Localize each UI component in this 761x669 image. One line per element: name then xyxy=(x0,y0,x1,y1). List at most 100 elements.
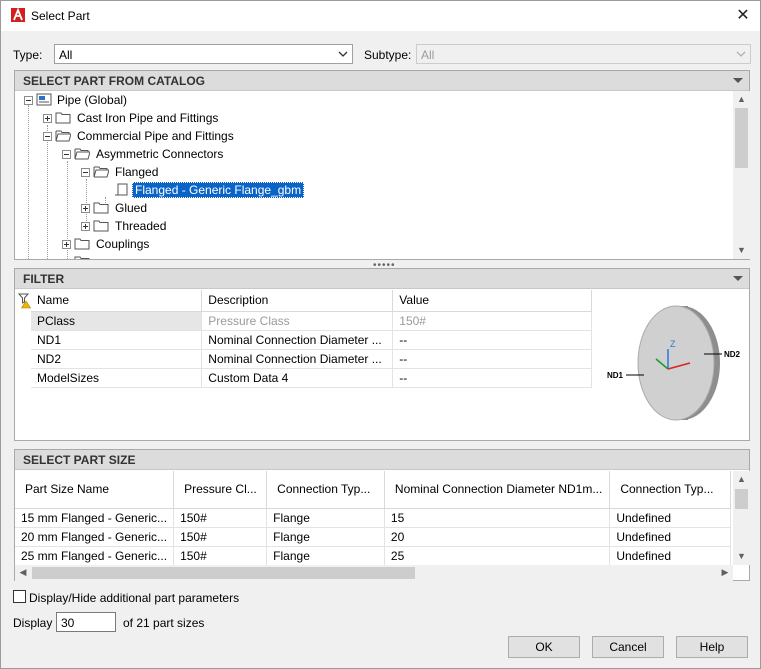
tree-node-commercial[interactable]: Commercial Pipe and Fittings xyxy=(40,127,260,145)
chevron-down-icon xyxy=(338,51,348,57)
tree-node-pipe-global[interactable]: Pipe (Global) xyxy=(21,91,221,109)
folder-icon xyxy=(74,238,90,250)
catalog-icon xyxy=(36,93,52,106)
column-header-connection-type-2[interactable]: Connection Typ... xyxy=(609,471,731,509)
tree-node-label: Couplings xyxy=(96,237,150,251)
folder-icon xyxy=(55,112,71,124)
scroll-up-icon[interactable]: ▲ xyxy=(733,471,750,488)
expand-toggle-icon[interactable] xyxy=(43,114,52,123)
panel-splitter[interactable]: ••••• xyxy=(14,260,750,271)
part-size-count-text: of 21 part sizes xyxy=(123,616,205,630)
folder-open-icon xyxy=(93,166,109,178)
column-header-nominal-diameter[interactable]: Nominal Connection Diameter ND1m... xyxy=(384,471,611,509)
collapse-toggle-icon[interactable] xyxy=(62,150,71,159)
table-row[interactable]: 15 mm Flanged - Generic... 150# Flange 1… xyxy=(15,508,731,528)
tree-node-cast-iron[interactable]: Cast Iron Pipe and Fittings xyxy=(40,109,260,127)
display-count-value: 30 xyxy=(61,616,75,630)
cell-nominal-diameter: 15 xyxy=(384,508,611,528)
autocad-logo-icon xyxy=(11,8,25,22)
subtype-label: Subtype: xyxy=(364,48,412,62)
part-size-table: Part Size Name Pressure Cl... Connection… xyxy=(15,471,731,565)
filter-row[interactable]: ModelSizes Custom Data 4 -- xyxy=(31,368,592,388)
filter-row[interactable]: PClass Pressure Class 150# xyxy=(31,311,592,331)
scroll-thumb[interactable] xyxy=(735,108,748,168)
part-size-vscroll[interactable]: ▲ ▼ xyxy=(733,471,750,565)
folder-icon xyxy=(93,220,109,232)
expand-toggle-icon[interactable] xyxy=(81,204,90,213)
cell-nominal-diameter: 20 xyxy=(384,527,611,547)
tree-node-label: Asymmetric Connectors xyxy=(96,147,224,161)
filter-name: PClass xyxy=(31,311,203,331)
column-header-part-size-name[interactable]: Part Size Name xyxy=(15,471,175,509)
cell-part-size-name: 15 mm Flanged - Generic... xyxy=(15,508,175,528)
subtype-value: All xyxy=(421,48,435,62)
filter-row[interactable]: ND2 Nominal Connection Diameter ... -- xyxy=(31,349,592,369)
filter-name: ND2 xyxy=(31,349,203,369)
display-count-input[interactable]: 30 xyxy=(56,612,116,632)
part-size-hscroll[interactable]: ◀ ▶ xyxy=(15,565,733,581)
expand-toggle-icon[interactable] xyxy=(62,240,71,249)
column-header-value[interactable]: Value xyxy=(392,290,592,312)
part-size-header[interactable]: SELECT PART SIZE xyxy=(15,450,749,470)
column-header-description[interactable]: Description xyxy=(201,290,394,312)
tree-node-threaded[interactable]: Threaded xyxy=(78,217,218,235)
axis-z-label: Z xyxy=(670,339,676,349)
ok-button[interactable]: OK xyxy=(508,636,580,658)
filter-value[interactable]: -- xyxy=(392,368,592,388)
filter-row[interactable]: ND1 Nominal Connection Diameter ... -- xyxy=(31,330,592,350)
scroll-left-icon[interactable]: ◀ xyxy=(15,564,31,581)
display-hide-checkbox[interactable] xyxy=(13,590,26,603)
folder-open-icon xyxy=(55,130,71,142)
tree-node-flanged[interactable]: Flanged xyxy=(78,163,198,181)
scroll-up-icon[interactable]: ▲ xyxy=(733,91,750,108)
expand-toggle-icon[interactable] xyxy=(81,222,90,231)
tree-node-glued[interactable]: Glued xyxy=(78,199,198,217)
tree-node-label: Cast Iron Pipe and Fittings xyxy=(77,111,219,125)
scroll-thumb[interactable] xyxy=(32,567,415,579)
cell-connection-type: Flange xyxy=(266,508,385,528)
filter-value[interactable]: -- xyxy=(392,330,592,350)
table-row[interactable]: 20 mm Flanged - Generic... 150# Flange 2… xyxy=(15,527,731,547)
title-bar: Select Part ✕ xyxy=(1,1,760,31)
collapse-toggle-icon[interactable] xyxy=(24,96,33,105)
tree-node-asymmetric[interactable]: Asymmetric Connectors xyxy=(59,145,279,163)
chevron-down-icon xyxy=(736,51,746,57)
type-value: All xyxy=(59,48,73,62)
scroll-down-icon[interactable]: ▼ xyxy=(733,548,750,565)
column-header-pressure-class[interactable]: Pressure Cl... xyxy=(173,471,268,509)
filter-description: Custom Data 4 xyxy=(201,368,394,388)
tree-node-generic-flange[interactable]: Flanged - Generic Flange_gbm xyxy=(111,181,311,199)
filter-header[interactable]: FILTER xyxy=(15,269,749,289)
column-header-connection-type[interactable]: Connection Typ... xyxy=(266,471,385,509)
scroll-right-icon[interactable]: ▶ xyxy=(717,564,733,581)
table-row[interactable]: 25 mm Flanged - Generic... 150# Flange 2… xyxy=(15,546,731,565)
tree-node-label: Commercial Pipe and Fittings xyxy=(77,129,234,143)
filter-value[interactable]: 150# xyxy=(392,311,592,331)
filter-description: Nominal Connection Diameter ... xyxy=(201,349,394,369)
display-label: Display xyxy=(13,616,53,630)
help-button[interactable]: Help xyxy=(676,636,748,658)
close-button[interactable]: ✕ xyxy=(732,5,754,27)
part-size-grid-viewport: Part Size Name Pressure Cl... Connection… xyxy=(15,471,733,565)
type-dropdown[interactable]: All xyxy=(54,44,353,64)
subtype-dropdown: All xyxy=(416,44,751,64)
collapse-toggle-icon[interactable] xyxy=(43,132,52,141)
tree-node-label: Flanged xyxy=(115,165,159,179)
collapse-toggle-icon[interactable] xyxy=(81,168,90,177)
cancel-button[interactable]: Cancel xyxy=(592,636,664,658)
part-size-panel: SELECT PART SIZE Part Size Name Pressure… xyxy=(14,449,750,581)
tree-node-couplings[interactable]: Couplings xyxy=(59,235,199,253)
catalog-header[interactable]: SELECT PART FROM CATALOG xyxy=(15,71,749,91)
catalog-scrollbar[interactable]: ▲ ▼ xyxy=(733,91,750,259)
filter-panel: FILTER Name Description Value PClass Pre… xyxy=(14,268,750,441)
filter-name: ND1 xyxy=(31,330,203,350)
scroll-thumb[interactable] xyxy=(735,489,748,509)
collapse-icon[interactable] xyxy=(733,276,743,281)
cell-part-size-name: 20 mm Flanged - Generic... xyxy=(15,527,175,547)
filter-description: Nominal Connection Diameter ... xyxy=(201,330,394,350)
filter-value[interactable]: -- xyxy=(392,349,592,369)
scroll-down-icon[interactable]: ▼ xyxy=(733,242,750,259)
filter-name: ModelSizes xyxy=(31,368,203,388)
collapse-icon[interactable] xyxy=(733,78,743,83)
column-header-name[interactable]: Name xyxy=(31,290,203,312)
